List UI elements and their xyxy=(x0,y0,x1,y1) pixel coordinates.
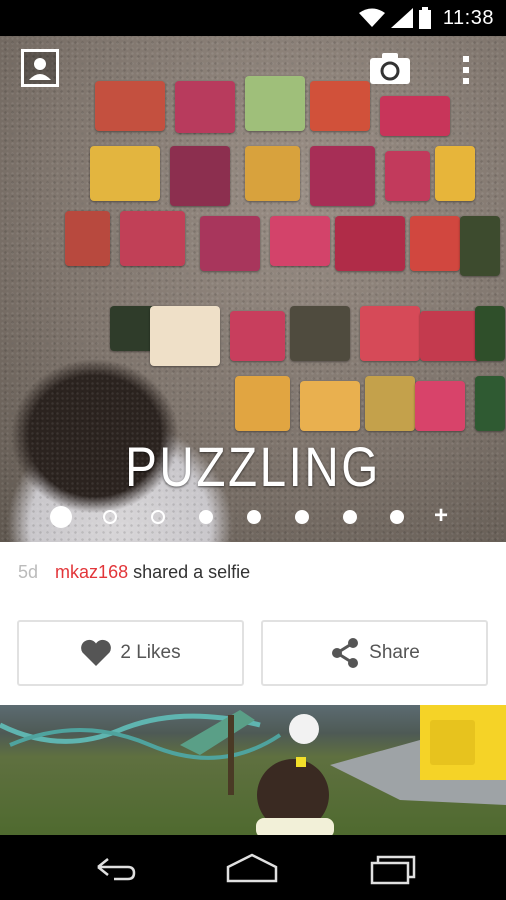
page-dot[interactable] xyxy=(247,510,261,524)
page-indicator[interactable]: + xyxy=(0,502,506,530)
page-dot[interactable] xyxy=(390,510,404,524)
share-button[interactable]: Share xyxy=(261,620,488,686)
page-dot-active[interactable] xyxy=(50,506,72,528)
page-dot[interactable] xyxy=(199,510,213,524)
page-dot[interactable] xyxy=(151,510,165,524)
battery-icon xyxy=(418,7,431,29)
recent-apps-button[interactable] xyxy=(362,849,422,885)
next-post-photo[interactable] xyxy=(0,705,506,835)
camera-button[interactable] xyxy=(370,52,410,84)
camera-icon xyxy=(370,53,410,84)
page-dot[interactable] xyxy=(103,510,117,524)
signal-icon xyxy=(390,8,413,28)
post-age: 5d xyxy=(18,562,39,582)
hero-title: PUZZLING xyxy=(125,435,381,498)
page-dot[interactable] xyxy=(343,510,357,524)
page-dot[interactable] xyxy=(295,510,309,524)
home-button[interactable] xyxy=(222,849,282,885)
status-time: 11:38 xyxy=(442,6,494,29)
next-post-scene xyxy=(0,705,506,835)
overflow-menu-button[interactable] xyxy=(460,54,472,86)
post-username[interactable]: mkaz168 xyxy=(55,562,128,582)
navigation-bar xyxy=(0,835,506,900)
home-icon xyxy=(226,853,278,883)
recent-apps-icon xyxy=(370,855,416,885)
likes-label: 2 Likes xyxy=(120,642,181,663)
back-icon xyxy=(97,858,136,881)
wifi-icon xyxy=(358,8,385,27)
status-bar: 11:38 xyxy=(0,0,506,36)
profile-button[interactable] xyxy=(21,49,59,87)
status-icons: 11:38 xyxy=(358,6,494,30)
post-caption: 5d mkaz168 shared a selfie xyxy=(18,562,250,583)
likes-button[interactable]: 2 Likes xyxy=(17,620,244,686)
person-icon xyxy=(29,58,51,80)
puzzle-illustration xyxy=(60,76,505,436)
back-button[interactable] xyxy=(84,849,144,885)
add-page-button[interactable]: + xyxy=(434,502,448,530)
share-label: Share xyxy=(369,642,420,663)
heart-icon xyxy=(81,639,112,666)
post-action-text: shared a selfie xyxy=(133,562,251,582)
more-vert-icon xyxy=(463,56,469,84)
share-icon xyxy=(332,638,359,668)
hero-photo[interactable]: PUZZLING + xyxy=(0,36,506,542)
